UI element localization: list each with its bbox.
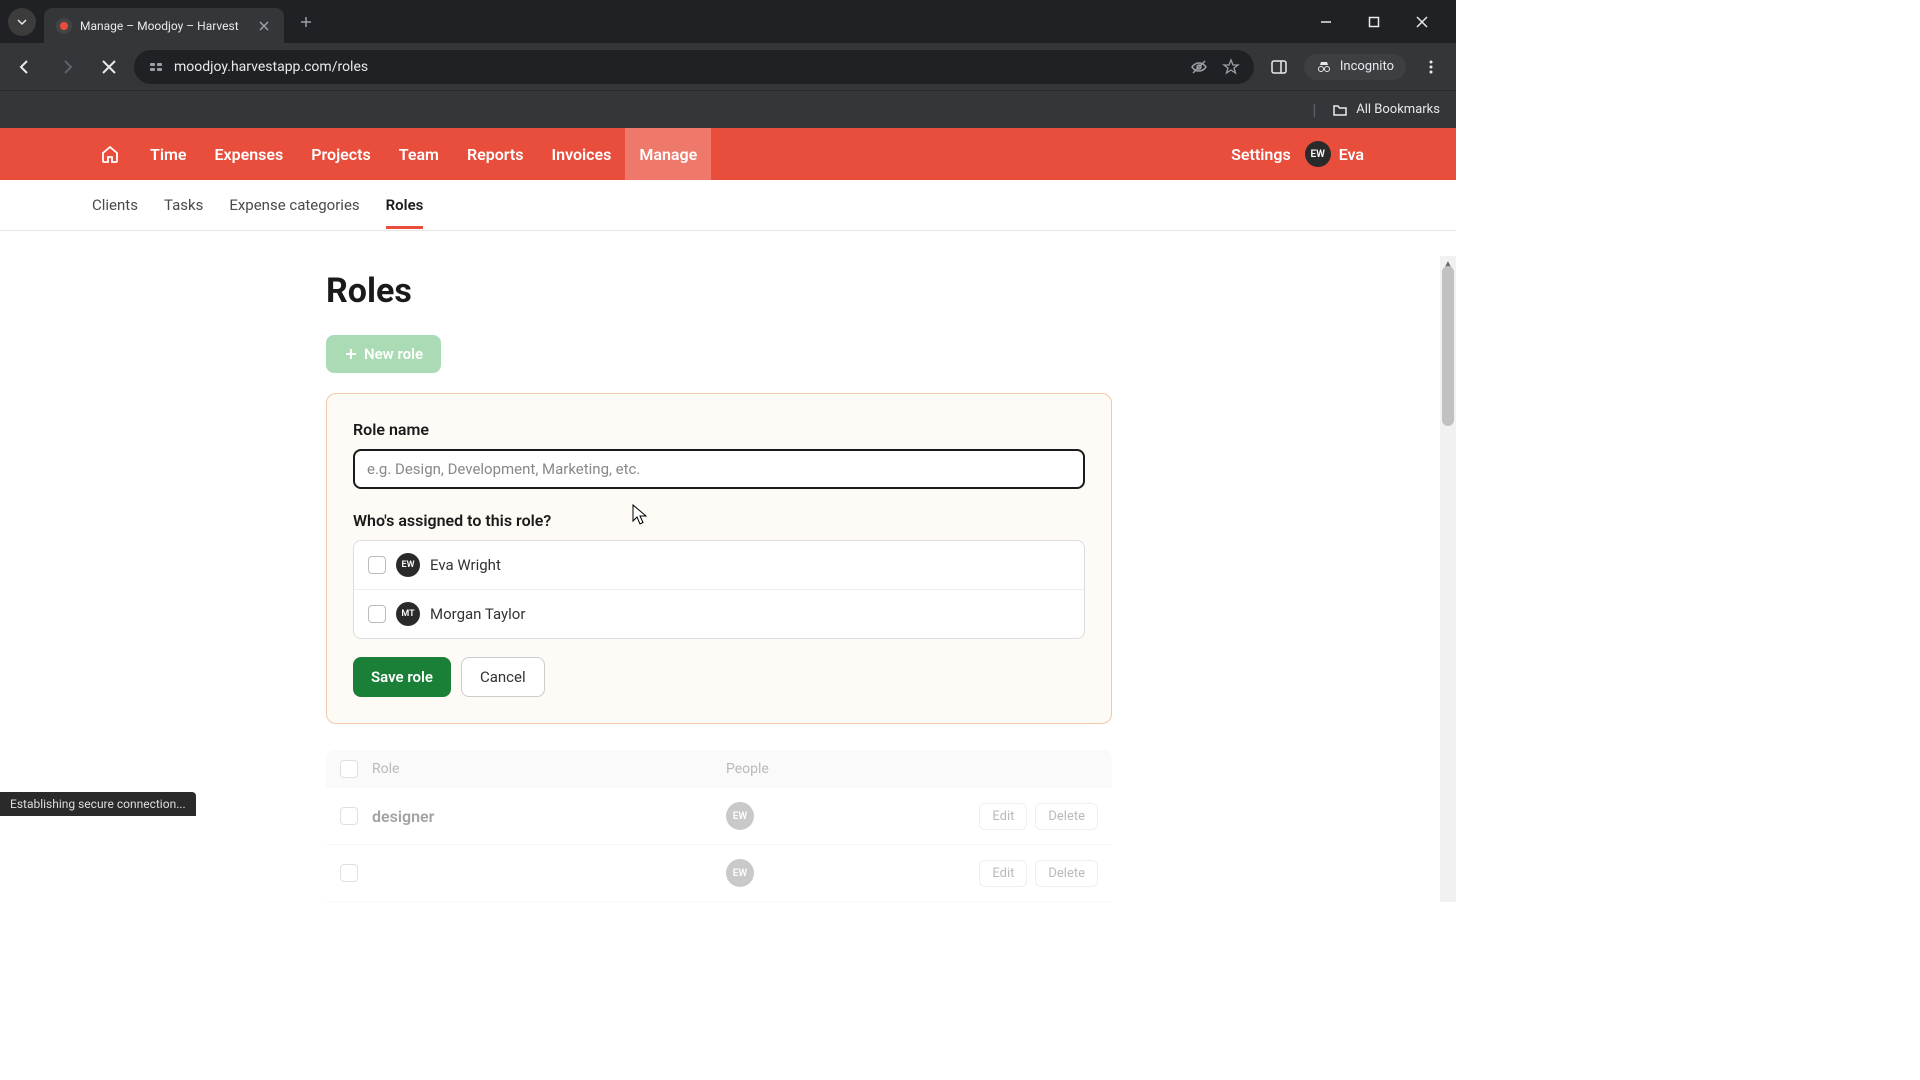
minimize-button[interactable] — [1312, 8, 1340, 36]
edit-button[interactable]: Edit — [979, 860, 1027, 887]
vertical-scrollbar[interactable]: ▲ — [1440, 256, 1456, 902]
user-avatar: EW — [1305, 141, 1331, 167]
eye-off-icon[interactable] — [1190, 58, 1208, 76]
all-bookmarks-button[interactable]: All Bookmarks — [1332, 102, 1440, 118]
roles-table: Role People designer EW Edit Delete EW Edit De… — [326, 750, 1112, 902]
sub-nav: Clients Tasks Expense categories Roles — [0, 180, 1456, 231]
nav-item-invoices[interactable]: Invoices — [538, 128, 626, 180]
assign-avatar: MT — [396, 602, 420, 626]
new-tab-button[interactable] — [292, 8, 320, 36]
nav-item-manage[interactable]: Manage — [625, 128, 711, 180]
cell-people: EW — [726, 859, 965, 887]
all-bookmarks-label: All Bookmarks — [1356, 102, 1440, 117]
cell-role: designer — [372, 807, 712, 826]
url-text: moodjoy.harvestapp.com/roles — [174, 59, 368, 75]
bookmarks-divider: | — [1312, 100, 1316, 119]
folder-icon — [1332, 102, 1348, 118]
column-header-people: People — [726, 761, 1098, 777]
nav-item-time[interactable]: Time — [136, 128, 201, 180]
row-checkbox[interactable] — [340, 807, 358, 825]
bookmark-star-icon[interactable] — [1222, 58, 1240, 76]
nav-item-team[interactable]: Team — [385, 128, 453, 180]
table-row: designer EW Edit Delete — [326, 788, 1112, 845]
assign-name: Morgan Taylor — [430, 605, 525, 623]
assign-row[interactable]: MT Morgan Taylor — [354, 589, 1084, 638]
close-window-button[interactable] — [1408, 8, 1436, 36]
new-role-button[interactable]: New role — [326, 335, 441, 373]
chrome-menu-button[interactable] — [1414, 50, 1448, 84]
status-bar: Establishing secure connection... — [0, 792, 196, 816]
delete-button[interactable]: Delete — [1035, 860, 1098, 887]
role-name-input[interactable] — [353, 449, 1085, 489]
forward-button[interactable] — [50, 50, 84, 84]
subnav-item-clients[interactable]: Clients — [92, 182, 138, 228]
top-nav: TimeExpensesProjectsTeamReportsInvoicesM… — [0, 128, 1456, 180]
delete-button[interactable]: Delete — [1035, 803, 1098, 830]
column-header-role: Role — [372, 761, 712, 777]
maximize-button[interactable] — [1360, 8, 1388, 36]
edit-button[interactable]: Edit — [979, 803, 1027, 830]
browser-tab[interactable]: Manage – Moodjoy – Harvest — [44, 8, 284, 43]
assign-checkbox[interactable] — [368, 556, 386, 574]
stop-button[interactable] — [92, 50, 126, 84]
user-name: Eva — [1339, 145, 1364, 164]
subnav-item-roles[interactable]: Roles — [386, 182, 424, 228]
select-all-checkbox[interactable] — [340, 760, 358, 778]
incognito-label: Incognito — [1340, 59, 1394, 74]
tab-search-button[interactable] — [8, 8, 36, 36]
back-button[interactable] — [8, 50, 42, 84]
row-checkbox[interactable] — [340, 864, 358, 882]
assign-checkbox[interactable] — [368, 605, 386, 623]
people-avatar: EW — [726, 802, 754, 830]
incognito-icon — [1316, 59, 1332, 75]
incognito-indicator[interactable]: Incognito — [1304, 54, 1406, 80]
tab-title: Manage – Moodjoy – Harvest — [80, 19, 248, 33]
assign-row[interactable]: EW Eva Wright — [354, 541, 1084, 589]
table-row: EW Edit Delete — [326, 845, 1112, 902]
page-title: Roles — [326, 271, 1112, 311]
home-icon[interactable] — [92, 136, 128, 172]
cancel-button[interactable]: Cancel — [461, 657, 545, 697]
address-bar[interactable]: moodjoy.harvestapp.com/roles — [134, 50, 1254, 84]
user-menu[interactable]: EW Eva — [1305, 141, 1364, 167]
tab-close-icon[interactable] — [256, 18, 272, 34]
subnav-item-tasks[interactable]: Tasks — [164, 182, 203, 228]
cell-people: EW — [726, 802, 965, 830]
nav-item-reports[interactable]: Reports — [453, 128, 538, 180]
subnav-item-expense-categories[interactable]: Expense categories — [229, 182, 359, 228]
site-settings-icon[interactable] — [148, 59, 164, 75]
save-role-button[interactable]: Save role — [353, 657, 451, 697]
new-role-form: Role name Who's assigned to this role? E… — [326, 393, 1112, 724]
nav-item-projects[interactable]: Projects — [297, 128, 385, 180]
assign-avatar: EW — [396, 553, 420, 577]
role-name-label: Role name — [353, 420, 1085, 439]
assign-name: Eva Wright — [430, 556, 501, 574]
people-avatar: EW — [726, 859, 754, 887]
nav-item-expenses[interactable]: Expenses — [201, 128, 298, 180]
assigned-label: Who's assigned to this role? — [353, 511, 1085, 530]
tab-favicon — [56, 18, 72, 34]
plus-icon — [344, 347, 358, 361]
scroll-thumb[interactable] — [1442, 266, 1454, 426]
settings-link[interactable]: Settings — [1231, 145, 1291, 164]
side-panel-button[interactable] — [1262, 50, 1296, 84]
